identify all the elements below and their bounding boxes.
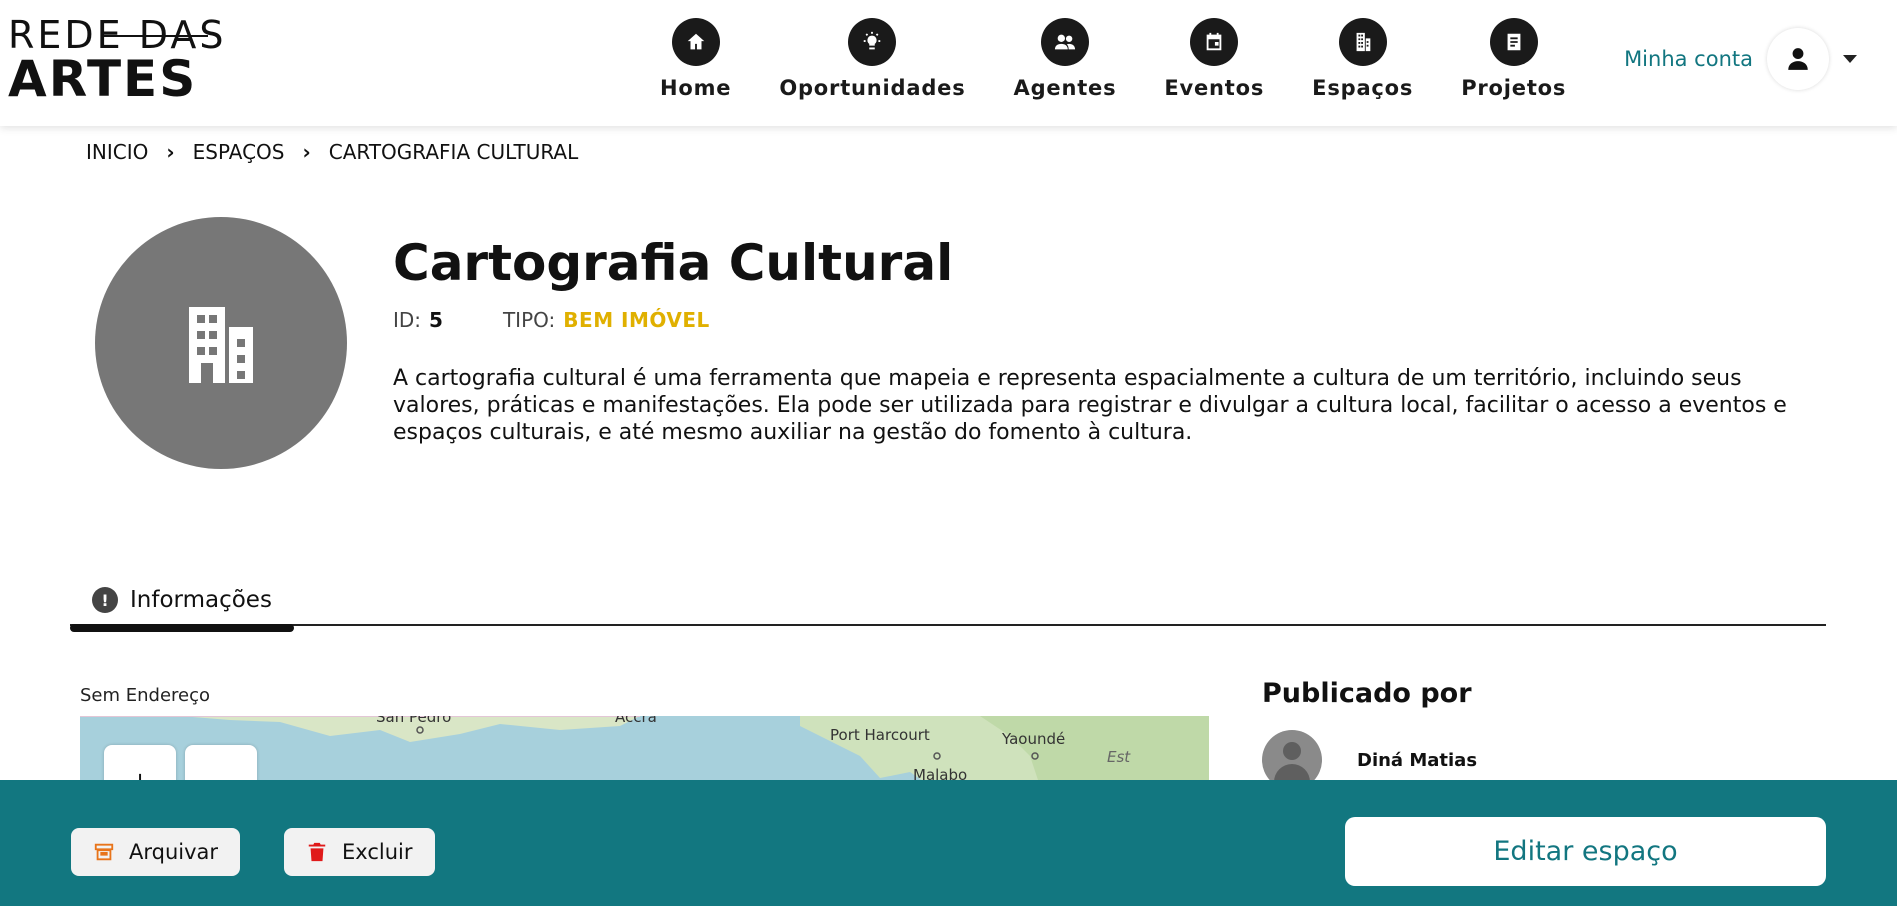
active-tab-indicator [70, 624, 294, 632]
account-label[interactable]: Minha conta [1624, 47, 1753, 71]
nav-label-home: Home [660, 76, 732, 100]
tab-bar: ! Informações [70, 574, 1826, 632]
user-icon[interactable] [1767, 28, 1829, 90]
nav-label-projetos: Projetos [1461, 76, 1567, 100]
archive-label: Arquivar [129, 840, 219, 864]
lightbulb-icon [848, 18, 897, 66]
chevron-down-icon[interactable] [1843, 55, 1857, 63]
avatar-head [1283, 742, 1301, 760]
nav-item-agentes[interactable]: Agentes [1014, 18, 1117, 100]
nav-label-eventos: Eventos [1164, 76, 1265, 100]
map-label-accra: Accra [615, 716, 657, 726]
logo-line2: ARTES [8, 50, 198, 108]
map-label-yaounde: Yaoundé [1002, 730, 1066, 748]
calendar-icon [1190, 18, 1239, 66]
nav-item-eventos[interactable]: Eventos [1164, 18, 1264, 100]
id-value: 5 [429, 308, 443, 332]
nav-label-espacos: Espaços [1312, 76, 1414, 100]
nav-label-oportunidades: Oportunidades [779, 76, 966, 100]
nav-item-oportunidades[interactable]: Oportunidades [779, 18, 965, 100]
space-description: A cartografia cultural é uma ferramenta … [393, 366, 1787, 445]
page-title: Cartografia Cultural [393, 234, 954, 292]
breadcrumb: INICIO › ESPAÇOS › CARTOGRAFIA CULTURAL [86, 140, 578, 164]
trash-icon [308, 842, 326, 862]
archive-button[interactable]: Arquivar [71, 828, 241, 876]
people-icon [1040, 18, 1089, 66]
nav-item-espacos[interactable]: Espaços [1312, 18, 1413, 100]
building-icon [189, 307, 253, 383]
document-icon [1489, 18, 1538, 66]
building-icon [1338, 18, 1387, 66]
main-nav: Home Oportunidades Agentes Eventos Espaç… [660, 18, 1614, 100]
breadcrumb-inicio[interactable]: INICIO [86, 140, 148, 164]
chevron-right-icon: › [302, 140, 311, 164]
address-text: Sem Endereço [80, 685, 211, 706]
space-meta: ID: 5 TIPO: BEM IMÓVEL [393, 308, 710, 332]
home-icon [671, 18, 720, 66]
info-icon: ! [92, 587, 118, 613]
breadcrumb-espacos[interactable]: ESPAÇOS [193, 140, 285, 164]
chevron-right-icon: › [166, 140, 175, 164]
tab-informacoes[interactable]: ! Informações [70, 574, 294, 632]
delete-label: Excluir [342, 840, 413, 864]
logo-arrow [104, 35, 208, 37]
nav-label-agentes: Agentes [1013, 76, 1117, 100]
tab-label: Informações [130, 587, 272, 613]
archive-icon [94, 843, 114, 861]
nav-item-home[interactable]: Home [660, 18, 731, 100]
edit-space-button[interactable]: Editar espaço [1345, 817, 1826, 886]
id-label: ID: [393, 308, 422, 332]
space-avatar [95, 217, 347, 469]
site-logo[interactable]: REDE DAS ARTES [8, 16, 228, 108]
map-label-san-pedro: San Pedro [376, 716, 452, 726]
action-bar: Arquivar Excluir Editar espaço [0, 780, 1897, 906]
type-label: TIPO: [502, 308, 556, 332]
breadcrumb-current: CARTOGRAFIA CULTURAL [328, 140, 579, 164]
delete-button[interactable]: Excluir [284, 828, 435, 876]
map-label-est: Est [1107, 748, 1131, 766]
top-header: REDE DAS ARTES Home Oportunidades Agente… [0, 0, 1897, 126]
published-by-title: Publicado por [1262, 678, 1472, 709]
publisher-name[interactable]: Diná Matias [1357, 750, 1477, 771]
nav-item-projetos[interactable]: Projetos [1461, 18, 1566, 100]
type-value: BEM IMÓVEL [563, 308, 710, 332]
account-menu[interactable]: Minha conta [1624, 28, 1857, 90]
map-label-port-harcourt: Port Harcourt [830, 726, 930, 744]
